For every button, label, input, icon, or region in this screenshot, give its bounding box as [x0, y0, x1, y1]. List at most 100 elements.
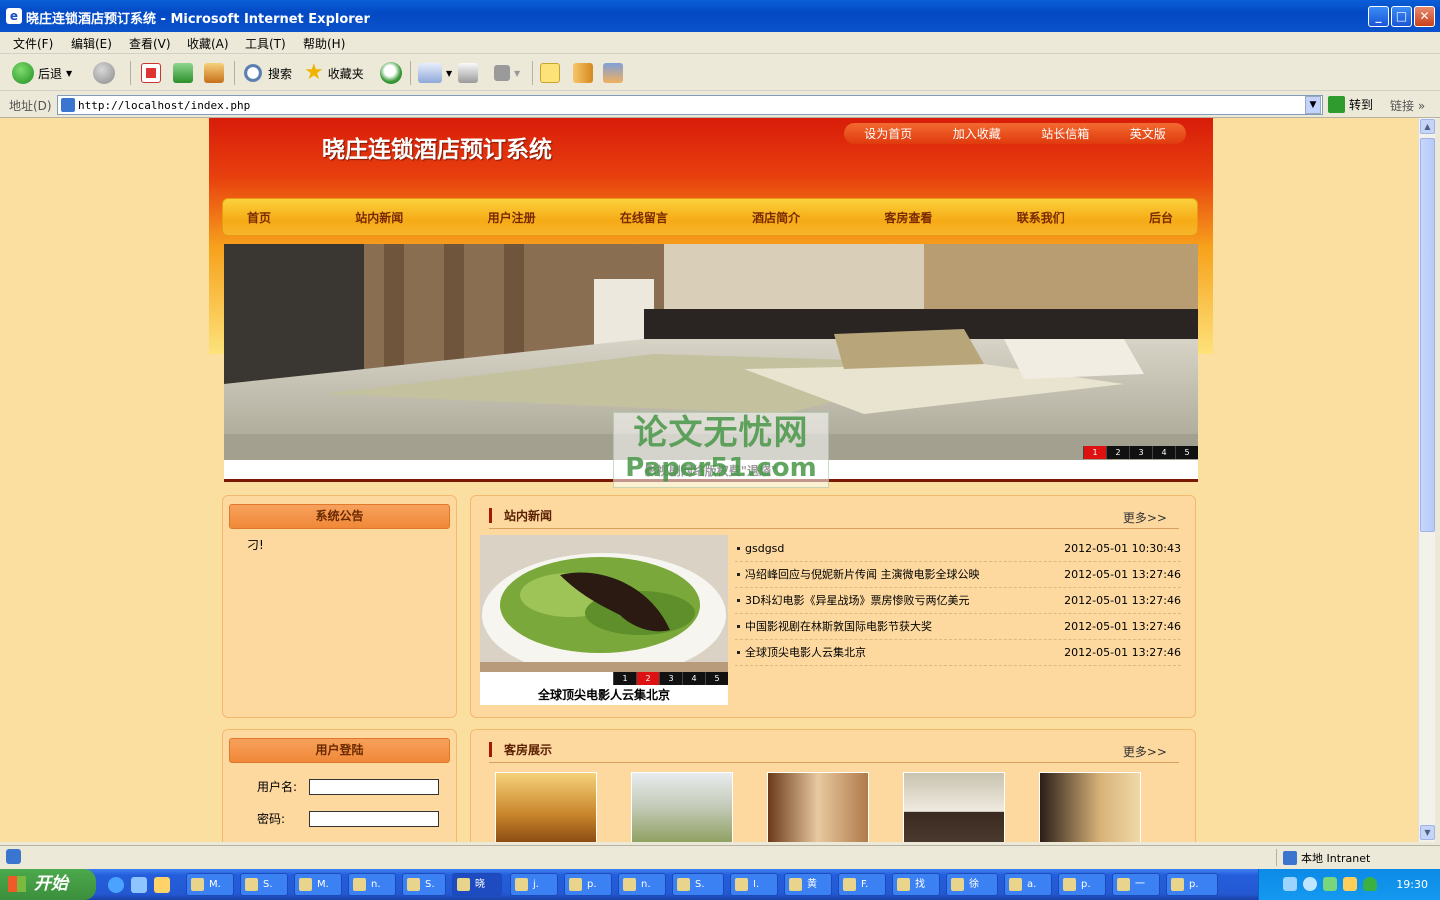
news-page-1[interactable]: 1	[613, 672, 636, 685]
taskbar-window-button[interactable]: n.	[348, 873, 396, 896]
taskbar-window-button[interactable]: M.	[294, 873, 342, 896]
vertical-scrollbar[interactable]: ▲ ▼	[1418, 118, 1435, 842]
mail-button[interactable]: ▼	[418, 60, 452, 86]
go-button[interactable]: 转到	[1328, 96, 1373, 113]
password-field[interactable]	[309, 810, 439, 827]
list-item[interactable]: 中国影视剧在林斯敦国际电影节获大奖 2012-05-01 13:27:46	[735, 614, 1181, 640]
news-item-title[interactable]: 中国影视剧在林斯敦国际电影节获大奖	[745, 614, 932, 640]
nav-rooms[interactable]: 客房查看	[884, 209, 932, 226]
menu-tools[interactable]: 工具(T)	[245, 35, 286, 52]
address-url[interactable]: http://localhost/index.php	[78, 99, 250, 112]
menu-edit[interactable]: 编辑(E)	[71, 35, 112, 52]
taskbar-window-button[interactable]: S.	[402, 873, 446, 896]
quicklaunch-media-icon[interactable]	[154, 877, 170, 893]
mail-dropdown-icon[interactable]: ▼	[446, 69, 452, 78]
banner-page-2[interactable]: 2	[1106, 446, 1129, 459]
room-thumbnail[interactable]	[1039, 772, 1141, 842]
menu-file[interactable]: 文件(F)	[13, 35, 53, 52]
back-dropdown-icon[interactable]: ▼	[66, 69, 72, 78]
nav-news[interactable]: 站内新闻	[355, 209, 403, 226]
taskbar-window-button[interactable]: p.	[1058, 873, 1106, 896]
close-button[interactable]: ✕	[1414, 6, 1435, 27]
address-dropdown-icon[interactable]: ▼	[1305, 96, 1321, 114]
taskbar-window-button[interactable]: n.	[618, 873, 666, 896]
username-field[interactable]	[309, 778, 439, 795]
room-thumbnail[interactable]	[767, 772, 869, 842]
start-button[interactable]: 开始	[0, 869, 96, 900]
menu-help[interactable]: 帮助(H)	[303, 35, 345, 52]
scroll-thumb[interactable]	[1420, 138, 1435, 532]
quicklaunch-ie-icon[interactable]	[108, 877, 124, 893]
discuss-button[interactable]	[540, 60, 560, 86]
favorites-button[interactable]: ★ 收藏夹	[304, 60, 364, 86]
print-button[interactable]	[458, 60, 478, 86]
news-item-title[interactable]: gsdgsd	[745, 536, 784, 562]
taskbar-window-button[interactable]: 一	[1112, 873, 1160, 896]
banner-page-5[interactable]: 5	[1175, 446, 1198, 459]
refresh-button[interactable]	[173, 60, 193, 86]
link-webmaster-mail[interactable]: 站长信箱	[1041, 125, 1089, 142]
tray-security-icon[interactable]	[1363, 877, 1377, 891]
banner-page-3[interactable]: 3	[1129, 446, 1152, 459]
room-thumbnail[interactable]	[903, 772, 1005, 842]
taskbar-window-button[interactable]: a.	[1004, 873, 1052, 896]
search-button[interactable]: 搜索	[242, 60, 292, 86]
taskbar-window-button[interactable]: p.	[1166, 873, 1218, 896]
taskbar-window-button[interactable]: j.	[510, 873, 558, 896]
rooms-more-link[interactable]: 更多>>	[1123, 743, 1167, 760]
clock[interactable]: 19:30	[1396, 878, 1428, 891]
taskbar-window-button[interactable]: I.	[730, 873, 778, 896]
news-item-title[interactable]: 全球顶尖电影人云集北京	[745, 640, 866, 666]
menu-view[interactable]: 查看(V)	[129, 35, 171, 52]
forward-button[interactable]	[93, 60, 115, 86]
room-thumbnail[interactable]	[495, 772, 597, 842]
nav-home[interactable]: 首页	[247, 209, 271, 226]
list-item[interactable]: 冯绍峰回应与倪妮新片传闻 主演微电影全球公映 2012-05-01 13:27:4…	[735, 562, 1181, 588]
news-slide-caption[interactable]: 全球顶尖电影人云集北京	[480, 686, 728, 705]
taskbar-window-button[interactable]: S.	[240, 873, 288, 896]
list-item[interactable]: gsdgsd 2012-05-01 10:30:43	[735, 536, 1181, 562]
address-input[interactable]: http://localhost/index.php	[57, 95, 1323, 115]
nav-admin[interactable]: 后台	[1149, 209, 1173, 226]
links-button[interactable]: 链接 »	[1390, 97, 1425, 114]
nav-contact[interactable]: 联系我们	[1017, 209, 1065, 226]
banner-page-1[interactable]: 1	[1083, 446, 1106, 459]
news-page-5[interactable]: 5	[705, 672, 728, 685]
news-more-link[interactable]: 更多>>	[1123, 509, 1167, 526]
banner-slideshow[interactable]: 1 2 3 4 5 影视剧网络版权费"退烧" 论文无忧网 Paper51.com	[224, 244, 1198, 488]
tray-app-icon[interactable]	[1343, 877, 1357, 891]
room-thumbnail[interactable]	[631, 772, 733, 842]
scroll-up-icon[interactable]: ▲	[1420, 119, 1435, 134]
news-slideshow[interactable]: 1 2 3 4 5 全球顶尖电影人云集北京	[480, 535, 728, 705]
link-english[interactable]: 英文版	[1130, 125, 1166, 142]
taskbar-window-button[interactable]: S.	[672, 873, 724, 896]
tray-sound-icon[interactable]	[1303, 877, 1317, 891]
home-button[interactable]	[204, 60, 224, 86]
minimize-button[interactable]: _	[1368, 6, 1389, 27]
maximize-button[interactable]: □	[1391, 6, 1412, 27]
news-page-3[interactable]: 3	[659, 672, 682, 685]
back-button[interactable]: 后退 ▼	[12, 60, 72, 86]
list-item[interactable]: 3D科幻电影《异星战场》票房惨败亏两亿美元 2012-05-01 13:27:46	[735, 588, 1181, 614]
research-button[interactable]	[573, 60, 593, 86]
banner-page-4[interactable]: 4	[1152, 446, 1175, 459]
taskbar-window-button[interactable]: M.	[186, 873, 234, 896]
taskbar-window-button[interactable]: F.	[838, 873, 886, 896]
nav-hotel-intro[interactable]: 酒店简介	[752, 209, 800, 226]
taskbar-window-button[interactable]: 黄	[784, 873, 832, 896]
news-item-title[interactable]: 3D科幻电影《异星战场》票房惨败亏两亿美元	[745, 588, 969, 614]
taskbar-window-button[interactable]: 徐	[946, 873, 998, 896]
history-button[interactable]	[380, 60, 402, 86]
edit-dropdown-icon[interactable]: ▼	[514, 69, 520, 78]
messenger-button[interactable]	[603, 60, 623, 86]
scroll-down-icon[interactable]: ▼	[1420, 825, 1435, 840]
link-set-homepage[interactable]: 设为首页	[864, 125, 912, 142]
nav-guestbook[interactable]: 在线留言	[620, 209, 668, 226]
taskbar-window-button[interactable]: p.	[564, 873, 612, 896]
taskbar-window-button[interactable]: 晓	[452, 873, 502, 896]
quicklaunch-desktop-icon[interactable]	[131, 877, 147, 893]
news-item-title[interactable]: 冯绍峰回应与倪妮新片传闻 主演微电影全球公映	[745, 562, 980, 588]
edit-button[interactable]: ▼	[494, 60, 520, 86]
taskbar-window-button[interactable]: 找	[892, 873, 940, 896]
tray-network-icon[interactable]	[1283, 877, 1297, 891]
